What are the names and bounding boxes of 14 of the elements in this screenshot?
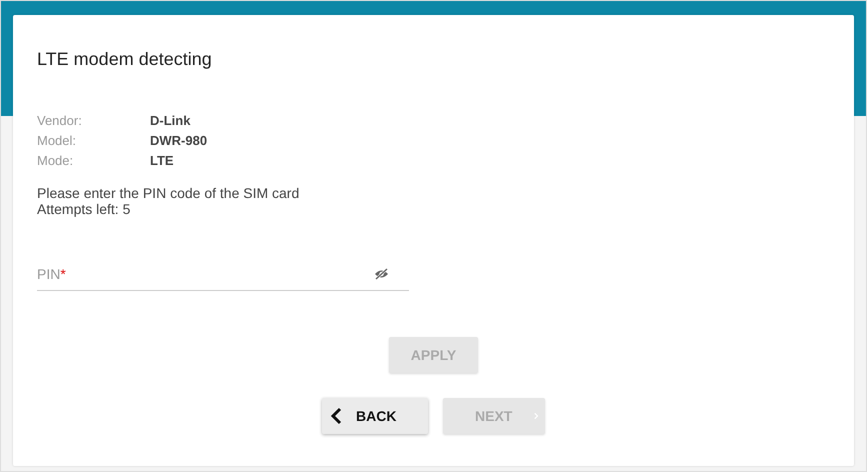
field-label: Mode: — [37, 153, 74, 168]
chevron-left-icon — [330, 407, 342, 425]
pin-field[interactable]: PIN* — [37, 263, 409, 291]
back-button[interactable]: BACK — [322, 398, 428, 434]
eye-slash-icon[interactable] — [374, 268, 389, 280]
pin-placeholder: PIN* — [37, 266, 66, 282]
field-label: Vendor: — [37, 113, 82, 128]
field-label: Model: — [37, 133, 76, 148]
message-text: Attempts left: 5 — [37, 201, 130, 217]
field-value: D-Link — [150, 113, 190, 128]
field-value: DWR-980 — [150, 133, 208, 148]
page-title: LTE modem detecting — [37, 49, 213, 70]
message-text: Please enter the PIN code of the SIM card — [37, 185, 300, 201]
field-value: LTE — [150, 153, 174, 168]
